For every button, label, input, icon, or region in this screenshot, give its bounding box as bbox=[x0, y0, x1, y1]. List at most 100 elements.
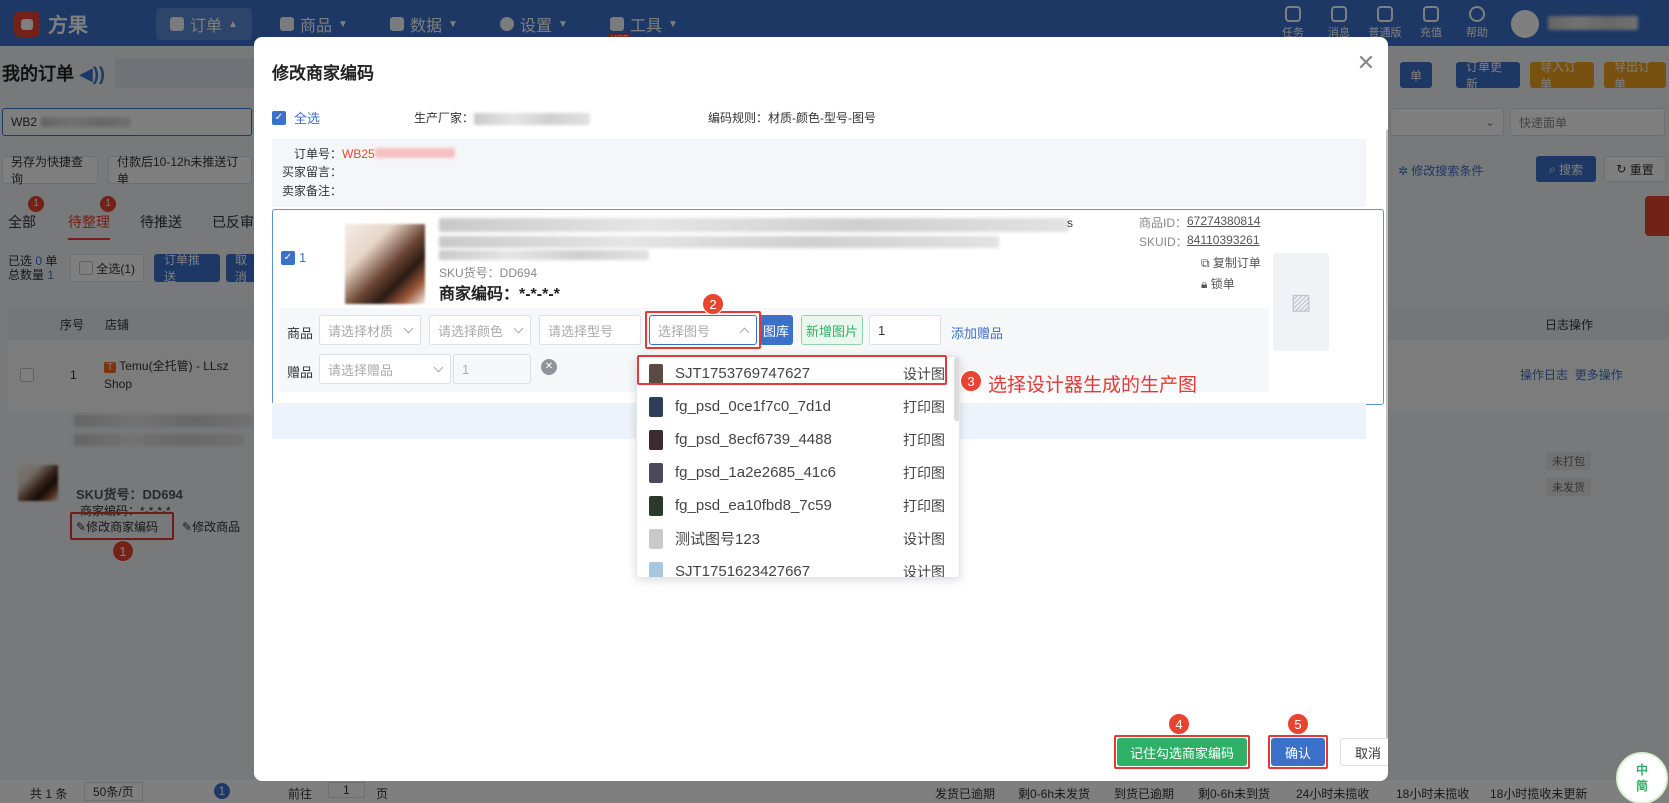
cancel-label: 取消 bbox=[1354, 745, 1381, 761]
sku-id-link[interactable]: 84110393261 bbox=[1187, 233, 1260, 247]
annotation-2: 2 bbox=[702, 293, 724, 315]
figure-dropdown: SJT1753769747627 设计图 fg_psd_0ce1f7c0_7d1d… bbox=[636, 356, 960, 578]
option-type: 打印图 bbox=[903, 464, 945, 481]
confirm-label: 确认 bbox=[1284, 745, 1311, 761]
option-type: 打印图 bbox=[903, 431, 945, 448]
chevron-down-icon bbox=[513, 323, 524, 333]
seller-note-label: 卖家备注： bbox=[282, 184, 343, 198]
item-sku: SKU货号：DD694 bbox=[439, 266, 538, 280]
image-thumb-icon bbox=[649, 495, 663, 516]
dropdown-option[interactable]: 测试图号123 设计图 bbox=[637, 522, 959, 555]
dropdown-option[interactable]: fg_psd_ea10fbd8_7c59 打印图 bbox=[637, 489, 959, 522]
chevron-down-icon bbox=[403, 323, 414, 333]
new-image-button[interactable]: 新增图片 bbox=[801, 315, 863, 345]
order-no-label: 订单号： bbox=[294, 147, 343, 161]
remember-code-label: 记住勾选商家编码 bbox=[1129, 745, 1234, 761]
confirm-button[interactable]: 确认 bbox=[1271, 738, 1325, 766]
model-placeholder: 请选择型号 bbox=[548, 323, 614, 339]
modal-title: 修改商家编码 bbox=[272, 64, 374, 83]
add-gift-link[interactable]: 添加赠品 bbox=[951, 323, 1003, 342]
order-no-blurred bbox=[374, 148, 455, 158]
option-name: fg_psd_0ce1f7c0_7d1d bbox=[675, 398, 831, 415]
copy-icon: ⧉ bbox=[1201, 256, 1210, 270]
copy-order-button[interactable]: ⧉ 复制订单 bbox=[1201, 254, 1261, 271]
manufacturer-label: 生产厂家： bbox=[414, 111, 475, 125]
checkbox-checked-icon: ✓ bbox=[272, 110, 286, 125]
option-type: 打印图 bbox=[903, 497, 945, 514]
gift-quantity-value: 1 bbox=[462, 361, 470, 377]
annotation-box-2 bbox=[645, 311, 761, 349]
goods-label: 商品 bbox=[287, 326, 314, 341]
goods-id-label: 商品ID： bbox=[1139, 216, 1188, 230]
quantity-value: 1 bbox=[878, 322, 886, 338]
annotation-5: 5 bbox=[1287, 713, 1309, 735]
gift-label: 赠品 bbox=[287, 365, 314, 380]
image-thumb-icon bbox=[649, 396, 663, 417]
color-select[interactable]: 请选择颜色 bbox=[429, 315, 531, 345]
gift-select[interactable]: 请选择赠品 bbox=[319, 354, 451, 384]
manufacturer: 生产厂家： bbox=[414, 109, 591, 126]
option-name: fg_psd_ea10fbd8_7c59 bbox=[675, 497, 832, 514]
annotation-3-text: 选择设计器生成的生产图 bbox=[988, 375, 1198, 396]
item-merchant-code: 商家编码：*-*-*-* bbox=[439, 286, 560, 303]
annotation-box-3 bbox=[637, 355, 947, 385]
remember-code-button[interactable]: 记住勾选商家编码 bbox=[1117, 738, 1247, 766]
lock-order-button[interactable]: 🔒︎ 锁单 bbox=[1201, 275, 1235, 292]
option-type: 设计图 bbox=[903, 563, 945, 578]
dropdown-option[interactable]: fg_psd_0ce1f7c0_7d1d 打印图 bbox=[637, 390, 959, 423]
image-thumb-icon bbox=[649, 528, 663, 549]
encoding-rule: 编码规则：材质-颜色-型号-图号 bbox=[708, 111, 876, 125]
annotation-4: 4 bbox=[1168, 713, 1190, 735]
dropdown-option[interactable]: fg_psd_1a2e2685_41c6 打印图 bbox=[637, 456, 959, 489]
copy-order-label: 复制订单 bbox=[1212, 256, 1261, 270]
modal-select-all-label: 全选 bbox=[294, 111, 321, 126]
manufacturer-blurred bbox=[474, 112, 591, 125]
chevron-down-icon bbox=[433, 362, 444, 372]
remove-gift-icon[interactable]: ✕ bbox=[541, 359, 557, 375]
material-placeholder: 请选择材质 bbox=[328, 323, 394, 339]
order-no: 订单号：WB25 bbox=[294, 145, 455, 162]
image-placeholder-icon[interactable]: ▨ bbox=[1273, 253, 1329, 351]
modal-scrollbar[interactable] bbox=[1386, 129, 1388, 751]
model-select[interactable]: 请选择型号 bbox=[539, 315, 641, 345]
gift-placeholder: 请选择赠品 bbox=[328, 362, 394, 378]
lock-icon: 🔒︎ bbox=[1201, 277, 1208, 291]
gallery-button[interactable]: 图库 bbox=[759, 315, 793, 345]
buyer-message-label: 买家留言： bbox=[282, 165, 343, 179]
cancel-button[interactable]: 取消 bbox=[1340, 738, 1388, 766]
color-placeholder: 请选择颜色 bbox=[438, 323, 504, 339]
dropdown-scrollbar[interactable] bbox=[954, 357, 959, 421]
item-spec-blurred bbox=[439, 250, 649, 260]
new-image-label: 新增图片 bbox=[805, 323, 858, 339]
item-subtitle-blurred bbox=[439, 236, 999, 248]
item-checkbox[interactable]: ✓ bbox=[281, 251, 295, 265]
image-thumb-icon bbox=[649, 561, 663, 577]
lock-order-label: 锁单 bbox=[1210, 277, 1235, 291]
option-name: 测试图号123 bbox=[675, 531, 761, 548]
order-no-value: WB25 bbox=[342, 147, 375, 161]
option-name: SJT1751623427667 bbox=[675, 563, 811, 578]
dropdown-option[interactable]: SJT1751623427667 设计图 bbox=[637, 555, 959, 578]
annotation-3: 3 bbox=[960, 370, 982, 392]
goods-id-link[interactable]: 67274380814 bbox=[1187, 214, 1260, 228]
option-name: fg_psd_8ecf6739_4488 bbox=[675, 431, 832, 448]
gift-quantity-input[interactable]: 1 bbox=[453, 354, 531, 384]
material-select[interactable]: 请选择材质 bbox=[319, 315, 421, 345]
ime-widget[interactable]: 中简 bbox=[1616, 752, 1668, 803]
dropdown-option[interactable]: fg_psd_8ecf6739_4488 打印图 bbox=[637, 423, 959, 456]
image-thumb-icon bbox=[649, 429, 663, 450]
close-icon[interactable]: ✕ bbox=[1354, 51, 1378, 75]
modal-select-all[interactable]: ✓ 全选 bbox=[272, 108, 320, 127]
option-type: 打印图 bbox=[903, 398, 945, 415]
quantity-input[interactable]: 1 bbox=[869, 315, 941, 345]
item-index: 1 bbox=[299, 250, 307, 265]
image-thumb-icon bbox=[649, 462, 663, 483]
item-thumbnail bbox=[345, 224, 425, 304]
item-title-blurred bbox=[439, 218, 1069, 232]
gallery-button-label: 图库 bbox=[762, 323, 789, 339]
order-info-panel: 订单号：WB25 买家留言： 卖家备注： bbox=[272, 139, 1366, 207]
option-type: 设计图 bbox=[903, 530, 945, 547]
item-title-tail: s bbox=[1067, 216, 1073, 230]
sku-id-label: SKUID： bbox=[1139, 235, 1188, 249]
option-name: fg_psd_1a2e2685_41c6 bbox=[675, 464, 836, 481]
